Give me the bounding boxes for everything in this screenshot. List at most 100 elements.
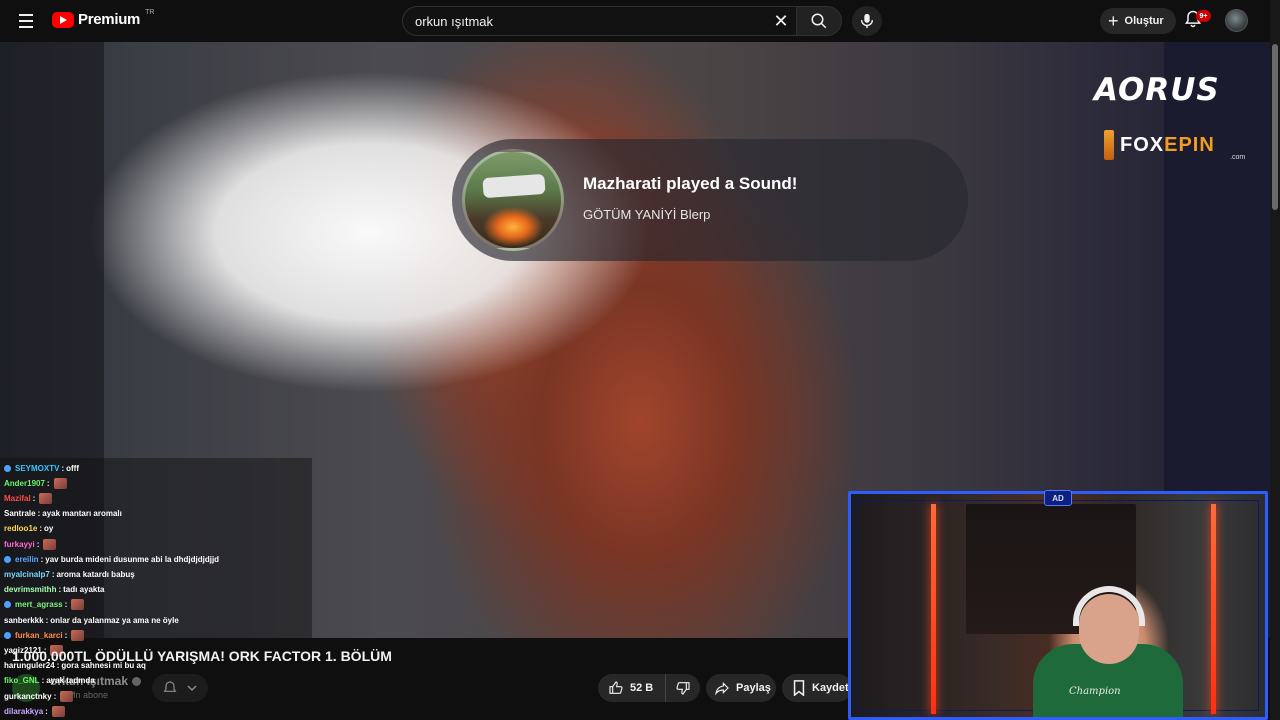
led-strip-right [1211,504,1216,714]
chat-username[interactable]: gurkanctnky [4,692,52,701]
logo-text: Premium [78,11,141,28]
foxepin-domain: .com [1230,154,1246,161]
clear-search-icon[interactable]: ✕ [766,7,796,35]
save-label: Kaydet [812,682,849,694]
chat-separator: : [51,569,55,579]
chat-separator: : [39,524,43,534]
create-button[interactable]: + Oluştur [1100,8,1176,34]
thumbs-down-icon [676,682,690,695]
chat-username[interactable]: redloo1e [4,524,37,533]
chat-message: gurkanctnky : [4,690,74,702]
like-button[interactable]: 52 B [598,674,666,702]
chat-username[interactable]: Ander1907 [4,479,45,488]
chat-message: ereilin : yav burda mideni dusunme abi l… [4,553,219,565]
chat-separator: : [36,539,40,549]
chat-separator: : [58,585,62,595]
chat-message: sanberkkk : onlar da yalanmaz ya ama ne … [4,614,179,626]
account-avatar[interactable] [1225,9,1248,32]
chat-username[interactable]: furkayyi [4,540,35,549]
chat-text: ayak mantarı aromalı [42,509,122,519]
chat-message: mert_agrass : [4,599,85,611]
chat-separator: : [40,554,44,564]
plus-icon: + [1108,11,1119,31]
chat-username[interactable]: ereilin [15,555,39,564]
search-button[interactable] [796,6,842,36]
alert-thumbnail [462,149,564,251]
menu-icon[interactable] [14,9,38,33]
chat-message: redloo1e : oy [4,523,53,535]
chat-emote-icon [71,629,85,641]
search-box: ✕ [402,6,796,36]
chat-message: myalcinalp7 : aroma katardı babuş [4,568,135,580]
search-icon [811,13,827,29]
chat-separator: : [46,478,50,488]
webcam-logo: AD [1044,490,1072,506]
chat-message: devrimsmithh : tadı ayakta [4,584,105,596]
chat-badge-icon [4,601,11,609]
chat-badge-icon [4,631,11,639]
chat-text: onlar da yalanmaz ya ama ne öyle [50,615,179,625]
share-icon [715,681,729,696]
chat-username[interactable]: sanberkkk [4,616,44,625]
foxepin-mark-icon [1104,130,1114,160]
chat-message: Mazifal : [4,492,53,504]
search-input[interactable] [403,7,766,35]
chat-message: Ander1907 : [4,477,67,489]
chat-username[interactable]: mert_agrass [15,600,63,609]
region-code: TR [145,9,155,16]
alert-title: Mazharati played a Sound! [583,174,798,193]
chat-emote-icon [43,538,57,550]
aorus-logo: AORUS [1094,72,1220,108]
chat-message: furkayyi : [4,538,57,550]
chat-username[interactable]: dilarakkya [4,707,43,716]
chat-separator: : [61,463,65,473]
youtube-premium-logo[interactable]: Premium TR [52,9,155,28]
like-dislike-group: 52 B [598,674,700,702]
foxepin-logo: FOXEPIN .com [1104,130,1245,161]
chat-message: fiko_GNL : ayak tadında [4,675,95,687]
voice-search-button[interactable] [852,6,882,36]
sound-alert: Mazharati played a Sound! GÖTÜM YANİYİ B… [452,139,968,261]
chat-message: Santrale : ayak mantarı aromalı [4,508,122,520]
chat-username[interactable]: fiko_GNL [4,676,40,685]
chat-emote-icon [53,477,67,489]
foxepin-text: FOXEPIN [1120,133,1215,156]
video-title: 1.000.000TL ÖDÜLLÜ YARIŞMA! ORK FACTOR 1… [12,648,392,664]
chat-message: dilarakkya : [4,705,65,717]
chat-separator: : [37,509,41,519]
chat-separator: : [32,493,36,503]
scrollbar-thumb[interactable] [1272,44,1278,210]
chat-username[interactable]: myalcinalp7 [4,570,50,579]
chat-text: oy [44,524,54,534]
chat-username[interactable]: Santrale [4,509,36,518]
share-button[interactable]: Paylaş [706,674,776,702]
chat-text: offf [66,463,80,473]
chat-badge-icon [4,464,11,472]
chat-badge-icon [4,555,11,563]
notification-count-badge: 9+ [1196,10,1211,22]
like-count: 52 B [630,682,654,694]
chat-separator: : [64,630,68,640]
chat-emote-icon [51,705,65,717]
chat-username[interactable]: SEYMOXTV [15,464,59,473]
chat-username[interactable]: furkan_karci [15,631,63,640]
bookmark-icon [793,680,805,696]
share-label: Paylaş [736,682,771,694]
microphone-icon [860,13,874,29]
alert-subtitle: GÖTÜM YANİYİ Blerp [583,207,711,222]
shirt-logo: Champion [1069,686,1121,697]
chat-text: ayak tadında [46,676,95,686]
youtube-watch-page: Premium TR ✕ + Oluştur 9+ AORUS FOXEPIN [0,0,1280,720]
led-strip-left [931,504,936,714]
stream-chat-overlay: SEYMOXTV : offf Ander1907 : Mazifal : San… [0,458,312,720]
chat-emote-icon [39,492,53,504]
chat-separator: : [64,600,68,610]
webcam-overlay: Champion [848,491,1268,720]
chat-username[interactable]: Mazifal [4,494,31,503]
save-button[interactable]: Kaydet [782,674,852,702]
chat-separator: : [41,676,45,686]
chat-username[interactable]: devrimsmithh [4,585,56,594]
create-label: Oluştur [1124,15,1164,27]
dislike-button[interactable] [666,674,700,702]
chat-emote-icon [60,690,74,702]
